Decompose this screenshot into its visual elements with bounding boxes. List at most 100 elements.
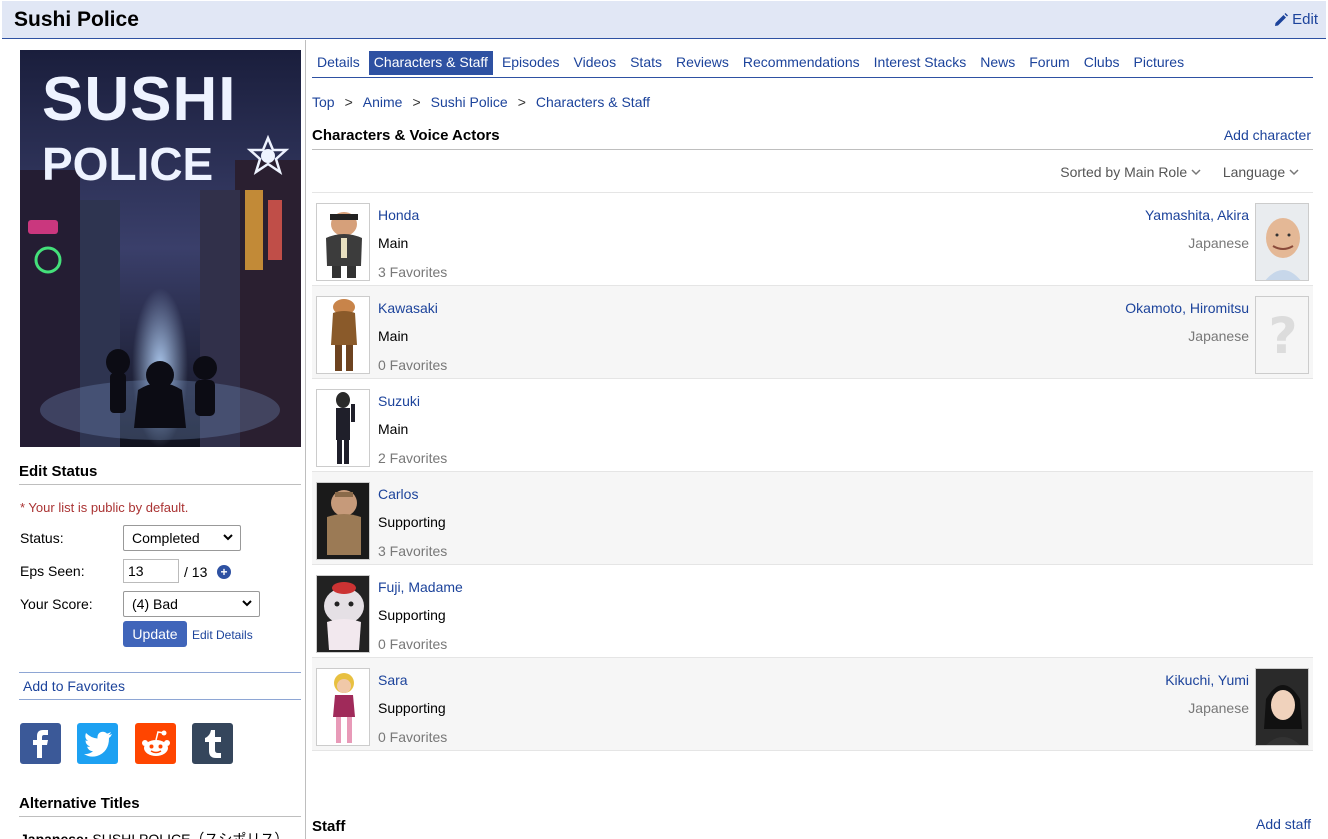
chevron-down-icon (242, 600, 252, 607)
breadcrumb: Top > Anime > Sushi Police > Characters & Staf… (312, 94, 650, 110)
character-row: Suzuki Main 2 Favorites (312, 379, 1313, 472)
tab-recommendations[interactable]: Recommendations (738, 51, 865, 75)
voice-actor-name-link[interactable]: Yamashita, Akira (1145, 207, 1249, 223)
characters-heading: Characters & Voice Actors (312, 127, 500, 144)
character-thumbnail[interactable] (316, 668, 370, 746)
eps-seen-label: Eps Seen: (20, 563, 85, 579)
add-to-favorites-link[interactable]: Add to Favorites (19, 672, 301, 700)
character-name-link[interactable]: Suzuki (378, 393, 420, 409)
svg-text:?: ? (1268, 307, 1297, 365)
voice-actor-language: Japanese (1188, 235, 1249, 251)
character-name-link[interactable]: Fuji, Madame (378, 579, 463, 595)
character-row: Carlos Supporting 3 Favorites (312, 472, 1313, 565)
status-select[interactable]: Completed (123, 525, 241, 551)
character-name-link[interactable]: Carlos (378, 486, 418, 502)
tab-forum[interactable]: Forum (1024, 51, 1074, 75)
breadcrumb-link[interactable]: Characters & Staff (536, 94, 650, 110)
left-sidebar: SUSHI POLICE Edit Status * Your list is … (2, 40, 306, 839)
status-label: Status: (20, 530, 64, 546)
add-staff-link[interactable]: Add staff (1256, 816, 1311, 832)
character-name-link[interactable]: Honda (378, 207, 419, 223)
alternative-titles-heading: Alternative Titles (19, 795, 301, 817)
character-name-link[interactable]: Kawasaki (378, 300, 438, 316)
character-role: Supporting (378, 607, 446, 623)
character-thumbnail[interactable] (316, 389, 370, 467)
chevron-down-icon (1289, 169, 1299, 176)
character-thumbnail[interactable] (316, 482, 370, 560)
language-label: Language (1222, 164, 1286, 180)
japanese-title-label: Japanese: (20, 831, 89, 839)
score-select[interactable]: (4) Bad (123, 591, 260, 617)
increment-eps-icon[interactable]: + (217, 565, 231, 579)
breadcrumb-link[interactable]: Top (312, 94, 335, 110)
tumblr-share-button[interactable] (192, 723, 233, 764)
page-header: Sushi Police Edit (2, 1, 1326, 39)
voice-actor-name-link[interactable]: Okamoto, Hiromitsu (1125, 300, 1249, 316)
voice-actor-name-link[interactable]: Kikuchi, Yumi (1165, 672, 1249, 688)
characters-voice-actors-header: Characters & Voice Actors Add character (312, 127, 1313, 150)
tab-bar: Details Characters & Staff Episodes Videos S… (312, 51, 1313, 78)
breadcrumb-link[interactable]: Anime (363, 94, 403, 110)
eps-total: / 13 (184, 564, 208, 580)
voice-actor-thumbnail[interactable] (1255, 668, 1309, 746)
character-favorites: 3 Favorites (378, 543, 448, 559)
chevron-down-icon (1191, 169, 1201, 176)
facebook-share-button[interactable] (20, 723, 61, 764)
character-row: Fuji, Madame Supporting 0 Favorites (312, 565, 1313, 658)
tab-pictures[interactable]: Pictures (1129, 51, 1190, 75)
tab-interest-stacks[interactable]: Interest Stacks (869, 51, 972, 75)
language-dropdown[interactable]: Language (1223, 164, 1299, 180)
facebook-icon (32, 729, 48, 758)
page-title: Sushi Police (14, 8, 139, 31)
character-favorites: 0 Favorites (378, 357, 448, 373)
tab-episodes[interactable]: Episodes (497, 51, 565, 75)
character-name-link[interactable]: Sara (378, 672, 408, 688)
twitter-share-button[interactable] (77, 723, 118, 764)
reddit-icon (141, 730, 170, 756)
character-favorites: 2 Favorites (378, 450, 448, 466)
tab-videos[interactable]: Videos (569, 51, 622, 75)
character-thumbnail[interactable] (316, 296, 370, 374)
edit-label: Edit (1292, 11, 1318, 28)
tumblr-icon (204, 729, 221, 758)
character-thumbnail[interactable] (316, 203, 370, 281)
update-button[interactable]: Update (123, 621, 187, 647)
tab-news[interactable]: News (975, 51, 1020, 75)
voice-actor-thumbnail[interactable]: ? (1255, 296, 1309, 374)
tab-clubs[interactable]: Clubs (1079, 51, 1125, 75)
character-role: Main (378, 328, 409, 344)
sort-dropdown[interactable]: Sorted by Main Role (1060, 164, 1201, 180)
chevron-down-icon (223, 534, 233, 541)
character-row: Honda Main 3 Favorites Yamashita, Akira Japa… (312, 193, 1313, 286)
sort-bar: Sorted by Main Role Language (312, 156, 1313, 193)
staff-header: Staff Add staff (312, 816, 1313, 835)
edit-details-link[interactable]: Edit Details (192, 628, 253, 642)
edit-link[interactable]: Edit (1274, 11, 1318, 28)
reddit-share-button[interactable] (135, 723, 176, 764)
character-role: Supporting (378, 700, 446, 716)
voice-actor-language: Japanese (1188, 700, 1249, 716)
edit-status-heading: Edit Status (19, 463, 301, 485)
character-favorites: 0 Favorites (378, 729, 448, 745)
tab-characters-staff[interactable]: Characters & Staff (368, 51, 493, 75)
svg-text:SUSHI: SUSHI (42, 65, 236, 134)
character-row: Sara Supporting 0 Favorites Kikuchi, Yumi Ja… (312, 658, 1313, 751)
character-role: Supporting (378, 514, 446, 530)
character-role: Main (378, 421, 409, 437)
sort-label: Sorted by Main Role (1060, 164, 1188, 180)
character-favorites: 3 Favorites (378, 264, 448, 280)
list-public-note: * Your list is public by default. (20, 500, 189, 515)
eps-seen-input[interactable]: 13 (123, 559, 179, 583)
staff-heading: Staff (312, 818, 346, 835)
add-character-link[interactable]: Add character (1224, 127, 1311, 143)
tab-details[interactable]: Details (312, 51, 365, 75)
voice-actor-thumbnail[interactable] (1255, 203, 1309, 281)
anime-poster[interactable]: SUSHI POLICE (20, 50, 301, 447)
twitter-icon (83, 731, 112, 757)
character-thumbnail[interactable] (316, 575, 370, 653)
tab-reviews[interactable]: Reviews (671, 51, 734, 75)
tab-stats[interactable]: Stats (625, 51, 667, 75)
score-label: Your Score: (20, 596, 93, 612)
breadcrumb-link[interactable]: Sushi Police (431, 94, 508, 110)
status-value: Completed (132, 530, 200, 546)
